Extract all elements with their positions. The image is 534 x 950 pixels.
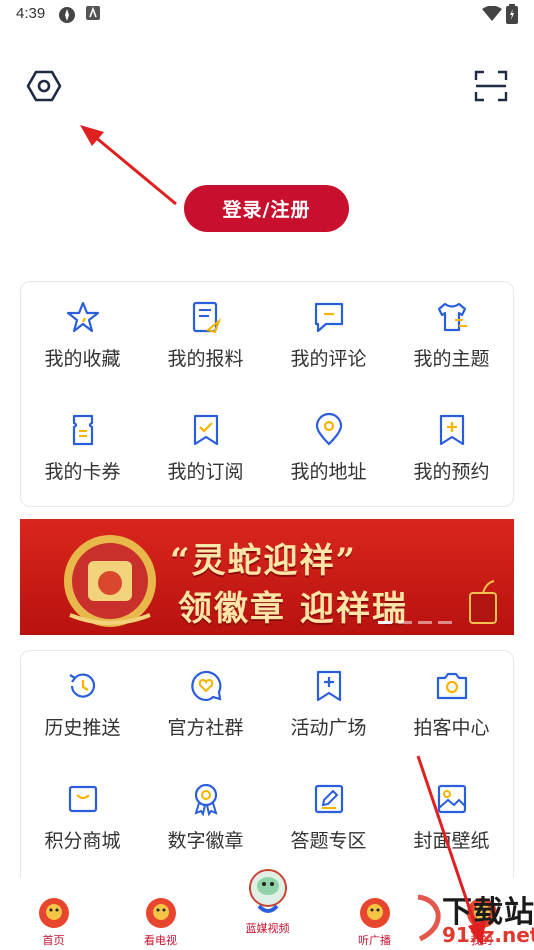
star-icon (66, 301, 99, 333)
activity-plus-icon (316, 670, 341, 702)
banner-subtitle: 领徽章 迎祥瑞 (178, 589, 408, 629)
menu-item-mall[interactable]: 积分商城 (21, 764, 144, 864)
tab-home[interactable]: 首页 (0, 878, 107, 950)
wifi-icon (482, 6, 502, 21)
menu-item-reports[interactable]: 我的报料 (144, 282, 267, 382)
firecracker-decoration (469, 580, 497, 624)
radio-lion-icon (359, 898, 390, 928)
text-icon (86, 6, 100, 20)
menu-item-themes[interactable]: 我的主题 (390, 282, 513, 382)
comment-icon (314, 302, 343, 333)
mall-icon (68, 785, 97, 813)
menu-item-camera-center[interactable]: 拍客中心 (390, 651, 513, 751)
menu-item-history[interactable]: 历史推送 (21, 651, 144, 751)
menu-item-quiz[interactable]: 答题专区 (267, 764, 390, 864)
camera-icon (436, 672, 467, 700)
menu-item-comments[interactable]: 我的评论 (267, 282, 390, 382)
history-icon (68, 673, 95, 698)
promo-banner[interactable]: “灵蛇迎祥” 领徽章 迎祥瑞 (20, 519, 514, 635)
theme-shirt-icon (437, 302, 467, 332)
scan-icon[interactable] (474, 70, 508, 102)
community-heart-icon (190, 670, 221, 702)
tab-tv[interactable]: 看电视 (107, 878, 214, 950)
pager-dot (418, 621, 432, 624)
menu-item-reservations[interactable]: 我的预约 (390, 395, 513, 495)
menu-item-coupons[interactable]: 我的卡券 (21, 395, 144, 495)
menu-item-activities[interactable]: 活动广场 (267, 651, 390, 751)
watermark-url: 91xz.net (442, 923, 534, 947)
image-icon (437, 784, 466, 814)
battery-icon (506, 4, 518, 24)
video-snake-icon (248, 869, 287, 913)
menu-item-wallpaper[interactable]: 封面壁纸 (390, 764, 513, 864)
report-icon (192, 301, 221, 334)
watermark-logo-icon (417, 894, 441, 942)
settings-hexagon-icon[interactable] (26, 68, 62, 104)
pager-dot (438, 621, 452, 624)
bookmark-plus-icon (439, 414, 464, 446)
pager-dot (398, 621, 412, 624)
badge-medal-icon (193, 783, 218, 816)
annotation-arrow-settings (93, 134, 177, 206)
subscribe-icon (193, 414, 218, 446)
location-icon (315, 413, 342, 446)
site-watermark: 下载站 91xz.net (414, 885, 534, 950)
menu-item-subscriptions[interactable]: 我的订阅 (144, 395, 267, 495)
banner-pager (378, 621, 452, 624)
banner-title: “灵蛇迎祥” (170, 541, 358, 581)
home-lion-icon (38, 898, 69, 928)
my-menu-card: 我的收藏 我的报料 我的评论 我的主题 我的卡券 我的订阅 我的地址 我的预约 (20, 281, 514, 507)
tv-lion-icon (145, 898, 176, 928)
annotation-arrowhead-settings (80, 125, 104, 146)
menu-item-community[interactable]: 官方社群 (144, 651, 267, 751)
coupon-icon (72, 414, 93, 446)
menu-item-favorites[interactable]: 我的收藏 (21, 282, 144, 382)
menu-item-digital-badge[interactable]: 数字徽章 (144, 764, 267, 864)
snake-mascot-illustration (64, 535, 156, 627)
menu-item-address[interactable]: 我的地址 (267, 395, 390, 495)
status-bar: 4:39 (0, 0, 534, 30)
tab-radio[interactable]: 听广播 (321, 878, 428, 950)
vpn-icon (59, 7, 75, 23)
edit-quiz-icon (314, 784, 343, 814)
services-menu-card: 历史推送 官方社群 活动广场 拍客中心 积分商城 数字徽章 答题专区 封面壁纸 (20, 650, 514, 878)
tab-video[interactable]: 蓝媒视频 (214, 869, 321, 950)
status-time: 4:39 (16, 5, 46, 22)
login-register-button[interactable]: 登录/注册 (184, 185, 349, 232)
pager-dot (378, 621, 392, 624)
